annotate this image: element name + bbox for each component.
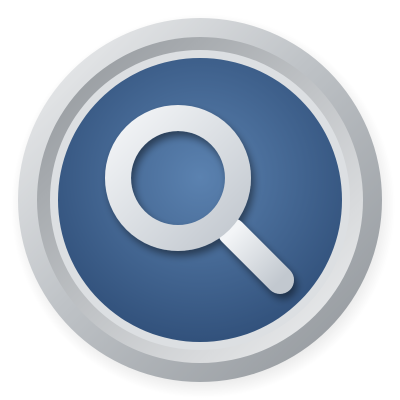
- icon-stage: [0, 0, 400, 400]
- icon-face: [58, 58, 342, 342]
- search-app-icon[interactable]: [0, 0, 400, 400]
